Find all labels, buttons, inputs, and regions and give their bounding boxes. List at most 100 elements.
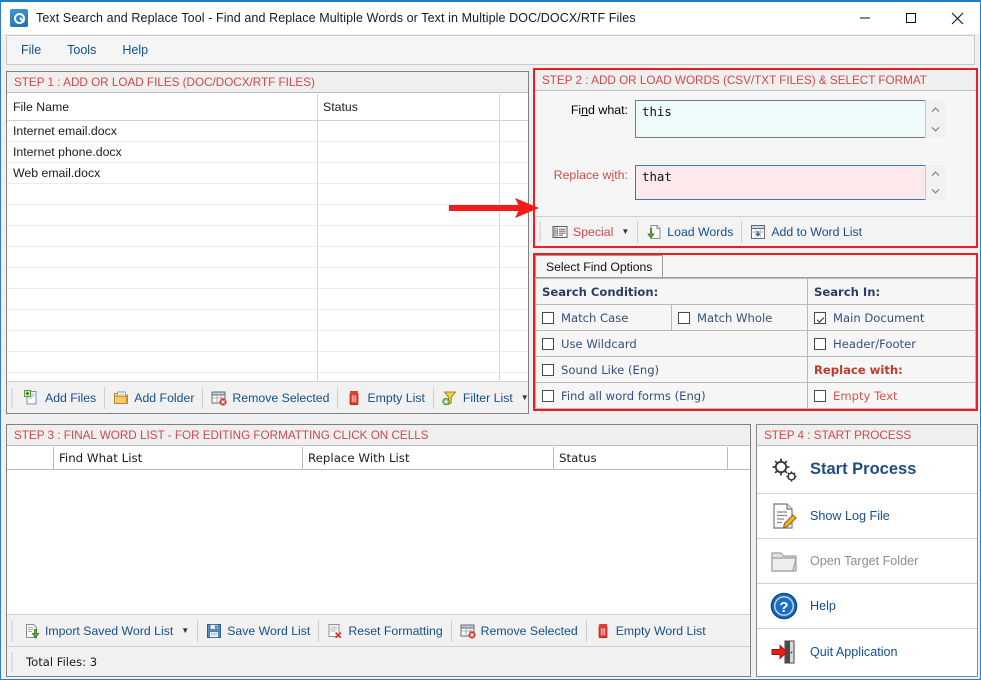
spinner-down-button[interactable]: [926, 119, 945, 138]
add-folder-button[interactable]: Add Folder: [105, 385, 202, 411]
column-header-file-name[interactable]: File Name: [7, 97, 69, 118]
option-label: Sound Like (Eng): [561, 362, 660, 377]
option-label: Find all word forms (Eng): [561, 388, 706, 403]
start-process-button[interactable]: Start Process: [757, 446, 977, 494]
table-row[interactable]: Web email.docx: [7, 163, 100, 184]
step2-panel: STEP 2 : ADD OR LOAD WORDS (CSV/TXT FILE…: [533, 68, 978, 248]
folder-icon: [771, 552, 797, 572]
spinner-down-button[interactable]: [926, 183, 945, 201]
option-match-case[interactable]: Match Case: [535, 304, 672, 331]
load-words-button[interactable]: Load Words: [638, 219, 741, 245]
step2-toolbar: Special ▼ Load Words Add to Word List: [535, 216, 976, 246]
checkbox-match-case[interactable]: [542, 311, 554, 324]
toolbar-grip[interactable]: [535, 217, 544, 246]
maximize-button[interactable]: [888, 2, 934, 34]
trash-icon: [350, 390, 359, 405]
total-files-label: Total Files: 3: [26, 654, 98, 669]
checkbox-main-document[interactable]: [814, 311, 826, 324]
find-what-spinner[interactable]: [925, 100, 945, 138]
grid-row-divider: [7, 309, 528, 310]
gears-icon: [772, 458, 797, 482]
option-label: Match Case: [561, 310, 629, 325]
chevron-down-icon[interactable]: ▼: [181, 626, 189, 635]
add-to-word-list-button[interactable]: Add to Word List: [742, 219, 870, 245]
menu-help[interactable]: Help: [122, 43, 148, 57]
filter-icon: [442, 391, 457, 405]
table-row[interactable]: Internet phone.docx: [7, 142, 122, 163]
checkbox-empty-text[interactable]: [814, 389, 826, 402]
column-header-replace-with-list[interactable]: Replace With List: [302, 447, 410, 470]
tab-select-find-options[interactable]: Select Find Options: [535, 255, 664, 277]
option-label: Match Whole: [697, 310, 773, 325]
menu-file[interactable]: File: [21, 43, 41, 57]
toolbar-grip[interactable]: [7, 382, 16, 413]
chevron-down-icon[interactable]: ▼: [521, 393, 529, 402]
option-main-document[interactable]: Main Document: [807, 304, 976, 331]
checkbox-header-footer[interactable]: [814, 337, 826, 350]
empty-list-button[interactable]: Empty List: [338, 385, 432, 411]
special-list-icon: [552, 225, 568, 238]
menu-tools[interactable]: Tools: [67, 43, 96, 57]
option-sound-like[interactable]: Sound Like (Eng): [535, 356, 808, 383]
replace-with-input[interactable]: [635, 165, 945, 200]
option-label: Main Document: [833, 310, 925, 325]
import-saved-word-list-button[interactable]: Import Saved Word List ▼: [16, 618, 197, 644]
chevron-down-icon[interactable]: ▼: [621, 227, 629, 236]
show-log-file-button[interactable]: Show Log File: [757, 494, 977, 539]
remove-row-icon: [460, 624, 476, 639]
replace-with-header: Replace with:: [807, 356, 976, 383]
wrench-icon: [10, 9, 28, 27]
button-label: Filter List: [462, 390, 513, 405]
search-condition-header: Search Condition:: [535, 278, 808, 305]
table-row[interactable]: Internet email.docx: [7, 121, 117, 142]
statusbar-grip: [7, 647, 16, 676]
filter-list-button[interactable]: Filter List ▼: [434, 385, 537, 411]
grid-row-divider: [7, 246, 528, 247]
option-empty-text[interactable]: Empty Text: [807, 382, 976, 409]
special-button[interactable]: Special ▼: [544, 219, 637, 245]
grid-column-divider: [317, 94, 318, 381]
help-icon: ?: [770, 592, 798, 620]
minimize-button[interactable]: [842, 2, 888, 34]
quit-application-button[interactable]: Quit Application: [757, 629, 977, 674]
trash-icon: [598, 623, 608, 638]
find-what-input[interactable]: [635, 100, 945, 138]
close-button[interactable]: [934, 2, 980, 34]
find-options-tabstrip: Select Find Options: [535, 255, 976, 278]
spinner-up-button[interactable]: [926, 100, 945, 119]
column-header-find-what-list[interactable]: Find What List: [53, 447, 142, 470]
help-button[interactable]: ? Help: [757, 584, 977, 629]
button-label: Empty Word List: [615, 623, 706, 638]
table-row: Sound Like (Eng) Replace with:: [535, 356, 976, 383]
step4-header: STEP 4 : START PROCESS: [757, 425, 977, 446]
save-icon: [207, 623, 222, 638]
file-list-grid[interactable]: File Name Status Internet email.docx Int…: [7, 94, 528, 381]
save-word-list-button[interactable]: Save Word List: [198, 618, 318, 644]
replace-with-spinner[interactable]: [925, 165, 945, 200]
open-target-folder-button[interactable]: Open Target Folder: [757, 539, 977, 584]
grid-row-divider: [7, 288, 528, 289]
empty-word-list-button[interactable]: Empty Word List: [587, 618, 714, 644]
remove-selected-words-button[interactable]: Remove Selected: [452, 618, 586, 644]
checkbox-use-wildcard[interactable]: [542, 337, 554, 350]
option-label: Header/Footer: [833, 336, 917, 351]
option-use-wildcard[interactable]: Use Wildcard: [535, 330, 808, 357]
chevron-down-icon: [931, 126, 940, 132]
option-header-footer[interactable]: Header/Footer: [807, 330, 976, 357]
grid-row-divider: [7, 330, 528, 331]
column-header-status[interactable]: Status: [553, 447, 597, 470]
button-label: Remove Selected: [232, 390, 330, 405]
checkbox-sound-like[interactable]: [542, 363, 554, 376]
column-header-status[interactable]: Status: [317, 97, 358, 118]
reset-formatting-button[interactable]: Reset Formatting: [319, 618, 450, 644]
window-controls: [842, 2, 980, 34]
option-match-whole[interactable]: Match Whole: [671, 304, 808, 331]
toolbar-grip[interactable]: [7, 615, 16, 646]
checkbox-match-whole[interactable]: [678, 311, 690, 324]
spinner-up-button[interactable]: [926, 165, 945, 183]
word-list-grid[interactable]: Find What List Replace With List Status: [7, 447, 750, 611]
option-find-all-word-forms[interactable]: Find all word forms (Eng): [535, 382, 808, 409]
checkbox-find-all-word-forms[interactable]: [542, 389, 554, 402]
remove-selected-button[interactable]: Remove Selected: [203, 385, 337, 411]
add-files-button[interactable]: Add Files: [16, 385, 104, 411]
